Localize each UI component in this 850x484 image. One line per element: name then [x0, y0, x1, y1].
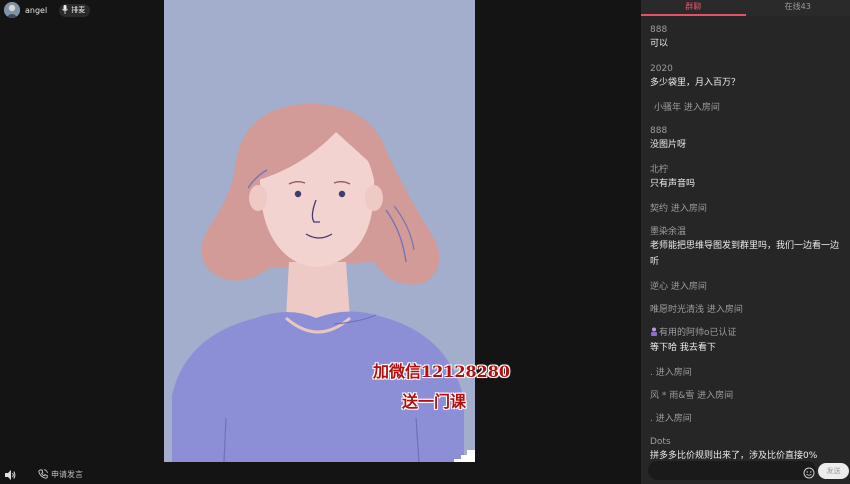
rank-button[interactable]: 排麦 [59, 3, 91, 17]
tab-online[interactable]: 在线43 [746, 0, 850, 16]
chat-username: 888 [650, 25, 668, 35]
chat-input-box[interactable] [648, 461, 816, 480]
chat-username: Dots [650, 437, 671, 447]
join-notice: 小骚年 进入房间 [654, 103, 720, 113]
chat-text: 只有声音吗 [650, 179, 696, 189]
avatar[interactable] [4, 2, 20, 18]
chat-text: 没图片呀 [650, 140, 687, 150]
join-notice: 契约 进入房间 [650, 204, 707, 214]
join-notice: 逆心 进入房间 [650, 282, 707, 292]
send-button[interactable]: 发送 [818, 463, 849, 479]
chat-text: 多少袋里，月入百万？ [650, 78, 741, 88]
sidebar-tabs: 群聊 在线43 [641, 0, 850, 16]
chat-message: 北柠 只有声音吗 [650, 164, 846, 192]
apply-speak-button[interactable]: 申请发言 [38, 469, 83, 480]
chat-message: Dots 拼多多比价规则出来了，涉及比价直接0% [650, 436, 846, 464]
rank-label: 排麦 [71, 6, 86, 14]
chat-input[interactable] [658, 464, 802, 479]
watermark-line-1: 加微信12128280 [373, 362, 511, 381]
join-notice: . 进入房间 [650, 414, 692, 424]
chat-username: 北柠 [650, 165, 669, 175]
chat-username: 888 [650, 126, 668, 136]
chat-username: 有用的阿帅o已认证 [659, 328, 737, 338]
chat-message: 有用的阿帅o已认证 等下哈 我去看下 [650, 327, 846, 356]
verified-user-icon [650, 327, 658, 340]
watermark-line-2: 送一门课 [402, 392, 467, 411]
chat-username: 2020 [650, 64, 673, 74]
join-notice: 风 * 雨&雪 进入房间 [650, 391, 734, 401]
phone-icon [38, 469, 48, 479]
apply-speak-label: 申请发言 [51, 469, 83, 479]
chat-username-verified: 有用的阿帅o已认证 [650, 327, 846, 340]
mic-icon [62, 4, 69, 16]
chat-text: 可以 [650, 39, 669, 49]
chat-list[interactable]: 888 可以 2020 多少袋里，月入百万？ 小骚年 进入房间 888 没图片呀… [650, 24, 846, 475]
tab-group-chat[interactable]: 群聊 [641, 0, 746, 16]
chat-text: 老师能把思维导图发到群里吗，我们一边看一边听 [650, 241, 840, 267]
chat-username: 墨染余温 [650, 227, 687, 237]
chat-sidebar: 群聊 在线43 888 可以 2020 多少袋里，月入百万？ 小骚年 进入房间 … [641, 0, 850, 484]
volume-icon[interactable] [5, 465, 16, 484]
control-bar: 申请发言 [0, 464, 641, 484]
join-notice: . 进入房间 [650, 368, 692, 378]
host-info[interactable]: angel 排麦 [4, 2, 91, 18]
resize-handle-icon[interactable] [454, 450, 475, 462]
video-stage: angel 排麦 加微信12128280 送一门课 申请发言 [0, 0, 641, 484]
chat-message: 2020 多少袋里，月入百万？ [650, 63, 846, 91]
chat-message: 墨染余温 老师能把思维导图发到群里吗，我们一边看一边听 [650, 226, 846, 270]
host-name: angel [25, 5, 48, 15]
emoji-icon[interactable] [803, 464, 815, 483]
join-notice: 唯愿时光清浅 进入房间 [650, 305, 743, 315]
chat-message: 888 没图片呀 [650, 125, 846, 153]
chat-text: 等下哈 我去看下 [650, 343, 716, 353]
chat-message: 888 可以 [650, 24, 846, 52]
